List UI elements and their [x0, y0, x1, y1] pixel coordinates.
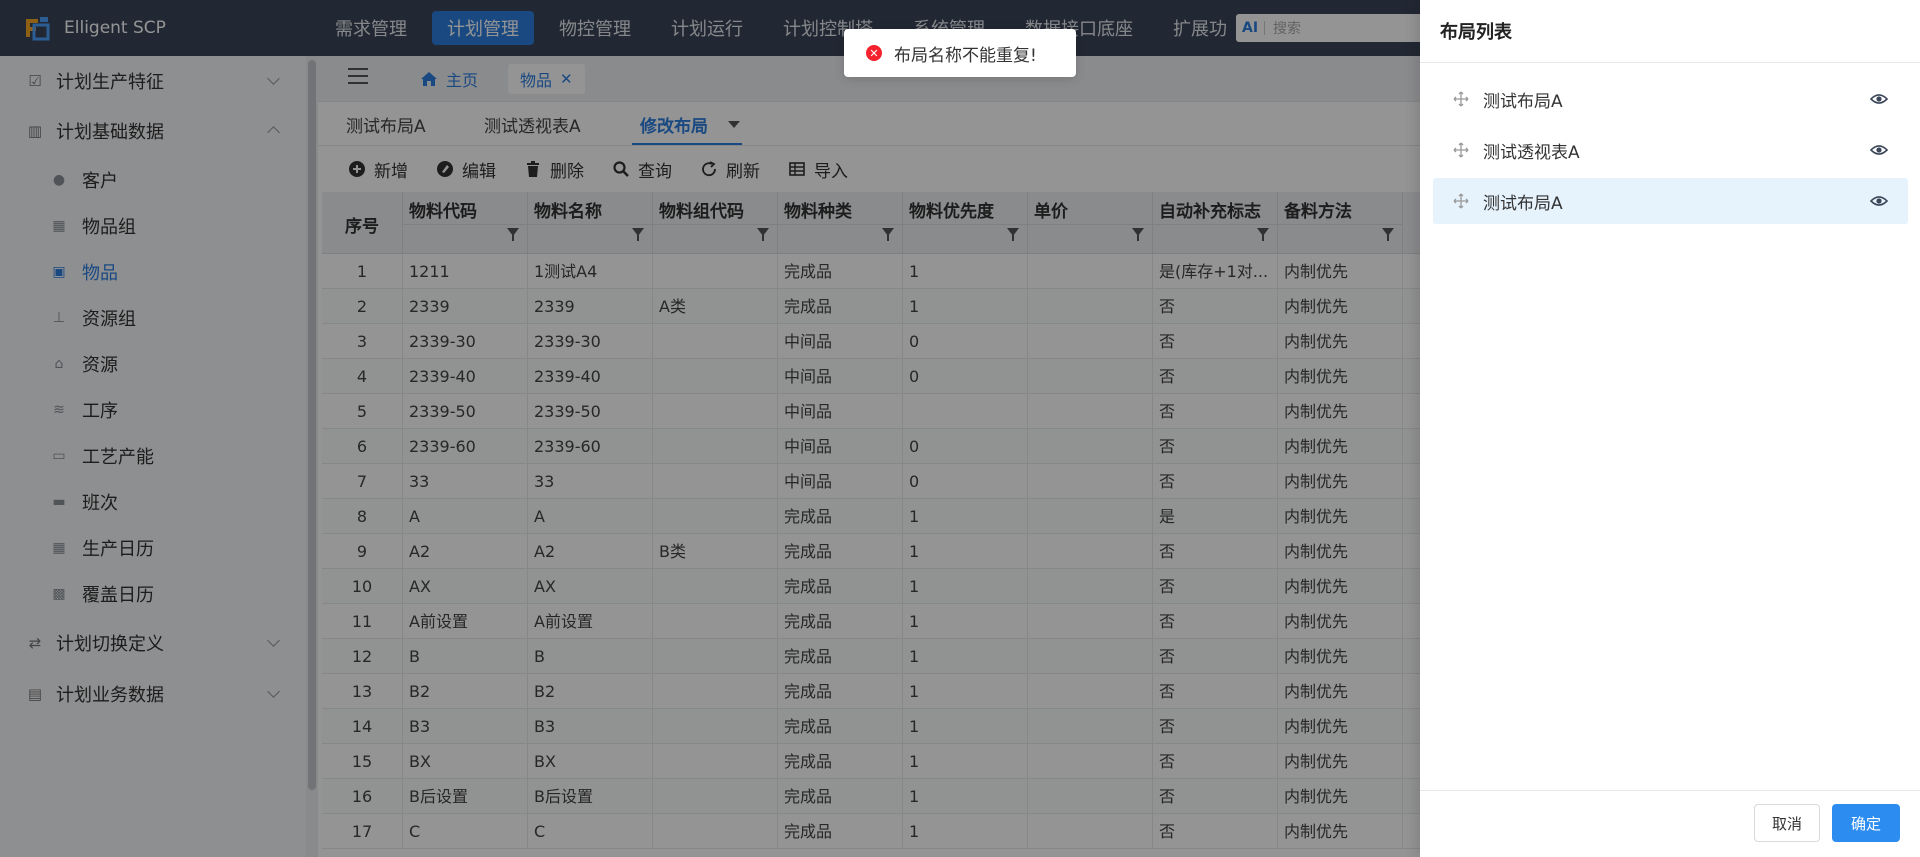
drawer-footer-divider [1420, 790, 1920, 791]
layout-list-item[interactable]: 测试布局A [1433, 76, 1908, 122]
layout-list-item[interactable]: 测试布局A [1433, 178, 1908, 224]
drawer-title: 布局列表 [1440, 22, 1512, 43]
drag-move-icon[interactable] [1453, 91, 1469, 107]
drag-move-icon[interactable] [1453, 142, 1469, 158]
eye-icon[interactable] [1870, 193, 1888, 209]
layout-list-drawer: 布局列表 取消 确定 测试布局A 测试透视表A 测试布局A [1420, 0, 1920, 857]
layout-name: 测试透视表A [1483, 142, 1580, 163]
error-toast: ✕ 布局名称不能重复! [844, 29, 1076, 77]
toast-message: 布局名称不能重复! [894, 45, 1037, 66]
app-root: Elligent SCP 需求管理计划管理物控管理计划运行计划控制塔系统管理数据… [0, 0, 1920, 857]
confirm-button[interactable]: 确定 [1832, 804, 1900, 842]
error-icon: ✕ [866, 45, 882, 61]
layout-name: 测试布局A [1483, 193, 1563, 214]
modal-overlay[interactable] [0, 0, 1420, 857]
layout-list-item[interactable]: 测试透视表A [1433, 127, 1908, 173]
layout-name: 测试布局A [1483, 91, 1563, 112]
drag-move-icon[interactable] [1453, 193, 1469, 209]
cancel-button[interactable]: 取消 [1754, 804, 1820, 842]
drawer-divider [1420, 62, 1920, 63]
eye-icon[interactable] [1870, 142, 1888, 158]
eye-icon[interactable] [1870, 91, 1888, 107]
